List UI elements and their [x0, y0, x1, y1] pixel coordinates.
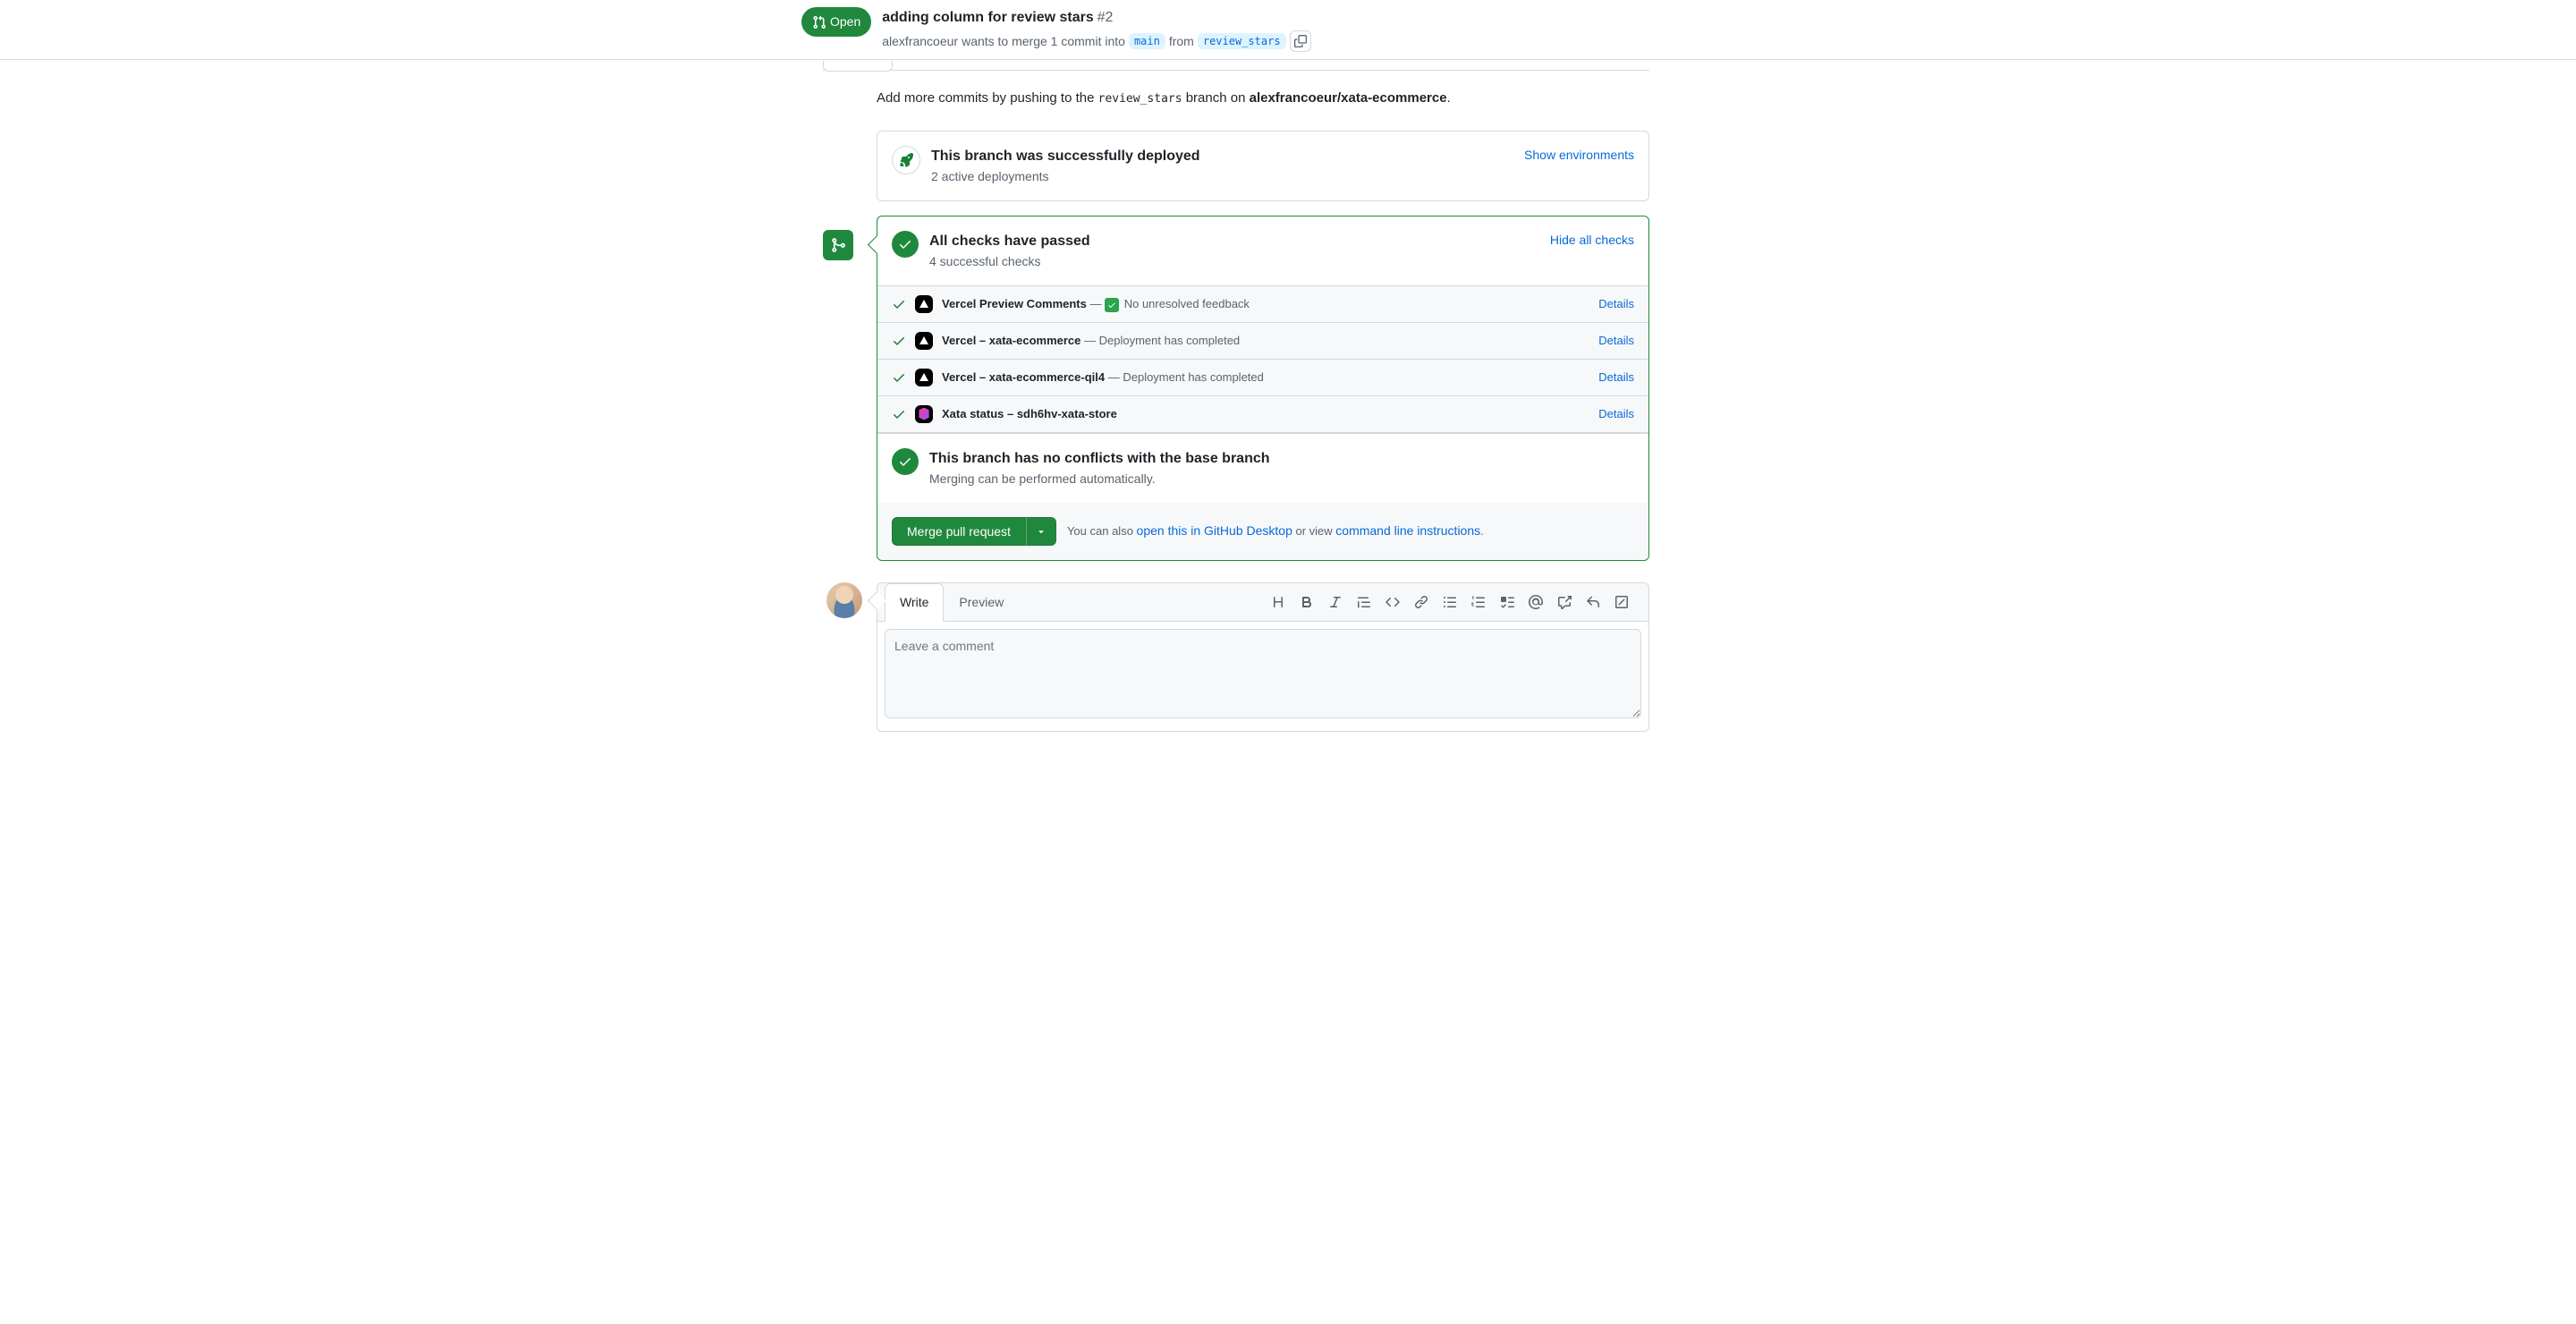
push-branch: review_stars	[1098, 92, 1182, 106]
pr-title[interactable]: adding column for review stars	[882, 10, 1094, 25]
vercel-logo-icon	[915, 295, 933, 313]
show-environments-link[interactable]: Show environments	[1524, 146, 1634, 165]
vercel-logo-icon	[915, 369, 933, 386]
copy-branch-button[interactable]	[1290, 30, 1311, 52]
tab-write[interactable]: Write	[885, 583, 944, 622]
checks-sub: 4 successful checks	[929, 252, 1090, 271]
hide-checks-link[interactable]: Hide all checks	[1550, 231, 1634, 250]
code-icon[interactable]	[1380, 590, 1405, 615]
git-pull-request-icon	[812, 15, 826, 30]
rocket-icon-wrap	[892, 146, 920, 174]
rocket-icon	[899, 153, 913, 167]
italic-icon[interactable]	[1323, 590, 1348, 615]
pr-number: #2	[1097, 10, 1114, 25]
diff-ignored-icon[interactable]	[1609, 590, 1634, 615]
tab-preview[interactable]: Preview	[944, 583, 1019, 622]
check-details-link[interactable]: Details	[1598, 369, 1634, 386]
merge-alt-text: You can also open this in GitHub Desktop…	[1067, 522, 1484, 540]
tasklist-icon[interactable]	[1495, 590, 1520, 615]
pr-author[interactable]: alexfrancoeur	[882, 32, 958, 51]
check-text: Xata status – sdh6hv-xata-store	[942, 405, 1117, 423]
checks-list: Vercel Preview Comments — No unresolved …	[877, 286, 1648, 433]
deploy-sub: 2 active deployments	[931, 167, 1200, 186]
cross-reference-icon[interactable]	[1552, 590, 1577, 615]
comment-textarea[interactable]	[885, 629, 1641, 718]
check-text: Vercel – xata-ecommerce-qil4 — Deploymen…	[942, 369, 1264, 386]
heading-icon[interactable]	[1266, 590, 1291, 615]
link-icon[interactable]	[1409, 590, 1434, 615]
check-success-icon	[892, 407, 906, 421]
mention-icon[interactable]	[1523, 590, 1548, 615]
green-check-emoji-icon	[1105, 298, 1119, 312]
base-branch-pill[interactable]: main	[1129, 33, 1165, 49]
checks-header: All checks have passed 4 successful chec…	[877, 216, 1648, 286]
state-badge: Open	[801, 7, 871, 37]
check-row: Vercel – xata-ecommerce — Deployment has…	[877, 323, 1648, 360]
comment-tabs: Write Preview	[877, 583, 1648, 622]
check-details-link[interactable]: Details	[1598, 332, 1634, 350]
check-text: Vercel Preview Comments — No unresolved …	[942, 295, 1250, 313]
bold-icon[interactable]	[1294, 590, 1319, 615]
merge-timeline-badge	[823, 230, 853, 260]
md-toolbar	[1266, 590, 1641, 615]
vercel-logo-icon	[915, 332, 933, 350]
check-row: Vercel – xata-ecommerce-qil4 — Deploymen…	[877, 360, 1648, 396]
check-text: Vercel – xata-ecommerce — Deployment has…	[942, 332, 1240, 350]
head-branch-pill[interactable]: review_stars	[1198, 33, 1286, 49]
ul-icon[interactable]	[1437, 590, 1462, 615]
cmdline-link[interactable]: command line instructions	[1335, 523, 1480, 538]
check-row: Vercel Preview Comments — No unresolved …	[877, 286, 1648, 323]
check-details-link[interactable]: Details	[1598, 295, 1634, 313]
quote-icon[interactable]	[1352, 590, 1377, 615]
push-hint: Add more commits by pushing to the revie…	[877, 89, 1649, 109]
push-repo[interactable]: alexfrancoeur/xata-ecommerce	[1250, 90, 1447, 106]
checks-title: All checks have passed	[929, 231, 1090, 252]
tab-nav-remnant	[823, 60, 1649, 71]
caret-down-icon	[1036, 526, 1046, 537]
xata-logo-icon	[915, 405, 933, 423]
deployments-box: This branch was successfully deployed 2 …	[877, 131, 1649, 201]
conflicts-section: This branch has no conflicts with the ba…	[877, 433, 1648, 503]
success-check-icon	[892, 231, 919, 258]
merge-footer: Merge pull request You can also open thi…	[877, 503, 1648, 560]
comment-box: Write Preview	[877, 582, 1649, 732]
state-label: Open	[830, 13, 860, 31]
check-row: Xata status – sdh6hv-xata-store Details	[877, 396, 1648, 433]
copy-icon	[1294, 35, 1307, 47]
reply-icon[interactable]	[1580, 590, 1606, 615]
check-success-icon	[892, 297, 906, 311]
pr-wants: wants to merge 1 commit into	[962, 32, 1125, 51]
conflicts-sub: Merging can be performed automatically.	[929, 470, 1270, 488]
user-avatar[interactable]	[826, 582, 862, 618]
comment-compose-wrap: Write Preview	[877, 582, 1649, 732]
open-desktop-link[interactable]: open this in GitHub Desktop	[1137, 523, 1292, 538]
ol-icon[interactable]	[1466, 590, 1491, 615]
conflicts-title: This branch has no conflicts with the ba…	[929, 448, 1270, 470]
check-success-icon	[892, 334, 906, 348]
sticky-pr-header: Open adding column for review stars #2 a…	[0, 0, 2576, 60]
merge-status-box: All checks have passed 4 successful chec…	[877, 216, 1649, 561]
check-success-icon	[892, 370, 906, 385]
merge-dropdown-button[interactable]	[1026, 517, 1056, 546]
check-details-link[interactable]: Details	[1598, 405, 1634, 423]
git-merge-icon	[830, 237, 846, 253]
deploy-title: This branch was successfully deployed	[931, 146, 1200, 167]
merge-button[interactable]: Merge pull request	[892, 517, 1026, 546]
success-check-icon	[892, 448, 919, 475]
from-label: from	[1169, 32, 1194, 51]
